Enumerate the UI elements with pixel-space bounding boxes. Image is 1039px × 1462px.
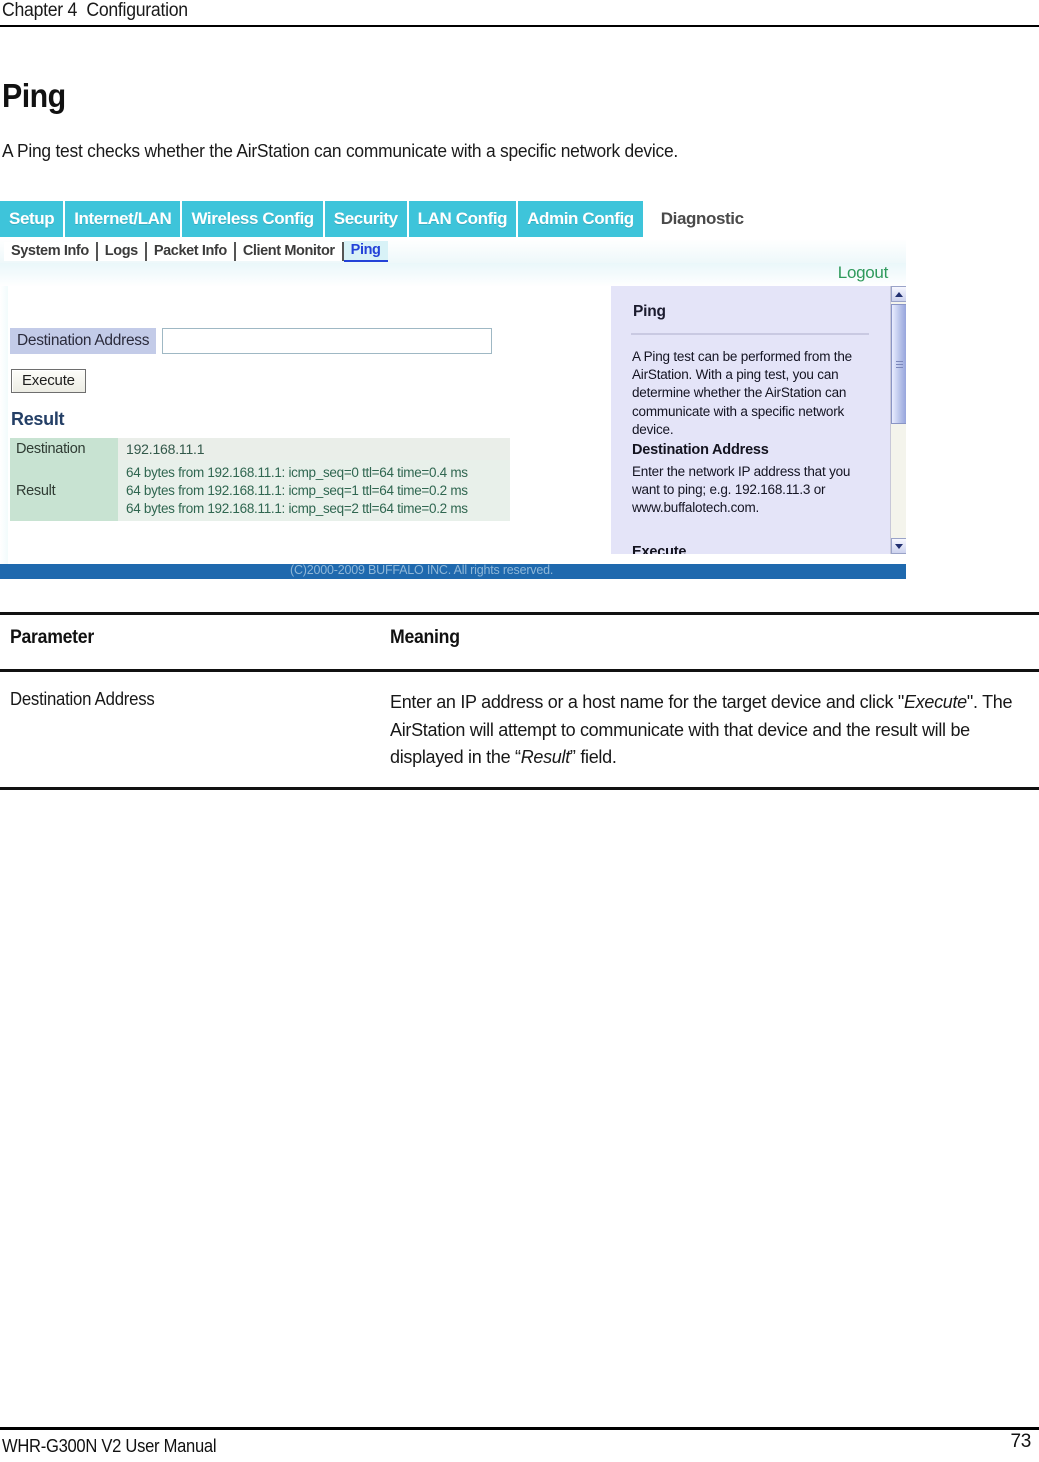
logout-link[interactable]: Logout: [838, 263, 889, 283]
tab-wireless-config[interactable]: Wireless Config: [182, 201, 325, 237]
tab-lan-config[interactable]: LAN Config: [408, 201, 519, 237]
tab-setup[interactable]: Setup: [0, 201, 66, 237]
result-output-label: Result: [10, 460, 118, 522]
table-header-meaning: Meaning: [390, 627, 460, 648]
table-rule-top: [0, 612, 1039, 615]
destination-address-label: Destination Address: [10, 328, 157, 354]
running-head-text: Chapter 4 Configuration: [2, 0, 188, 21]
meaning-text-part3: ” field.: [569, 747, 617, 768]
footer-page-number: 73: [1010, 1431, 1031, 1452]
help-subheading-execute: Execute: [632, 544, 687, 554]
subtab-client-monitor[interactable]: Client Monitor: [235, 241, 344, 261]
tab-diagnostic[interactable]: Diagnostic: [644, 201, 753, 237]
logout-strip: Logout: [0, 263, 906, 287]
scrollbar-grip-icon: [896, 361, 903, 368]
content-left-rail: [0, 286, 8, 564]
scroll-up-icon[interactable]: [891, 286, 906, 302]
running-head-rule: [0, 25, 1039, 27]
meaning-italic-result: Result: [520, 747, 571, 768]
result-output-value: 64 bytes from 192.168.11.1: icmp_seq=0 t…: [118, 460, 510, 522]
ping-result-table: Destination 192.168.11.1 Result 64 bytes…: [10, 438, 510, 522]
tab-internet-lan[interactable]: Internet/LAN: [65, 201, 183, 237]
help-divider: [631, 333, 869, 335]
help-paragraph-destination-address: Enter the network IP address that you wa…: [632, 464, 851, 516]
table-cell-parameter: Destination Address: [10, 689, 155, 709]
tab-admin-config[interactable]: Admin Config: [518, 201, 645, 237]
table-row: Result 64 bytes from 192.168.11.1: icmp_…: [10, 460, 510, 522]
section-intro-text: A Ping test checks whether the AirStatio…: [2, 140, 679, 161]
help-panel: Ping A Ping test can be performed from t…: [610, 286, 891, 554]
table-rule-middle: [0, 669, 1039, 672]
table-rule-bottom: [0, 787, 1039, 790]
execute-button[interactable]: Execute: [11, 369, 86, 393]
destination-address-input[interactable]: [162, 328, 493, 354]
table-row: Destination 192.168.11.1: [10, 438, 510, 460]
tab-security[interactable]: Security: [324, 201, 409, 237]
help-subheading-destination-address: Destination Address: [632, 442, 769, 458]
subtab-ping[interactable]: Ping: [343, 240, 388, 262]
router-footer-bar: (C)2000-2009 BUFFALO INC. All rights res…: [0, 563, 906, 579]
page-running-head: Chapter 4 Configuration: [0, 0, 1039, 28]
meaning-italic-execute: Execute: [903, 692, 967, 712]
footer-manual-title: WHR-G300N V2 User Manual: [2, 1436, 217, 1456]
page-title: Ping: [2, 77, 66, 114]
main-tab-bar: Setup Internet/LAN Wireless Config Secur…: [0, 201, 906, 237]
subtab-logs[interactable]: Logs: [97, 241, 147, 261]
subtab-system-info[interactable]: System Info: [4, 241, 98, 261]
table-header-parameter: Parameter: [10, 627, 94, 648]
copyright-text: (C)2000-2009 BUFFALO INC. All rights res…: [290, 563, 554, 577]
meaning-text-part1: Enter an IP address or a host name for t…: [390, 692, 904, 712]
result-destination-label: Destination: [10, 438, 118, 460]
destination-address-row: Destination Address: [10, 328, 493, 354]
subtab-packet-info[interactable]: Packet Info: [146, 241, 236, 261]
router-ui-screenshot: Setup Internet/LAN Wireless Config Secur…: [0, 196, 906, 579]
result-destination-value: 192.168.11.1: [118, 438, 510, 460]
help-title: Ping: [633, 303, 666, 320]
help-paragraph-ping: A Ping test can be performed from the Ai…: [632, 349, 852, 437]
scrollbar-thumb[interactable]: [891, 304, 906, 424]
router-content-area: Destination Address Execute Result Desti…: [0, 286, 906, 564]
help-panel-scrollbar[interactable]: [890, 286, 906, 554]
table-cell-meaning: Enter an IP address or a host name for t…: [390, 689, 1039, 772]
scroll-down-icon[interactable]: [891, 538, 906, 554]
result-heading: Result: [11, 409, 65, 429]
sub-tab-bar: System Info Logs Packet Info Client Moni…: [0, 239, 906, 263]
footer-rule: [0, 1427, 1039, 1430]
